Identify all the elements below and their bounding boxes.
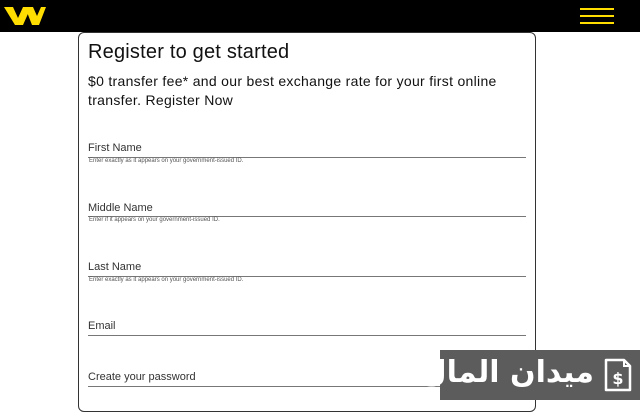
watermark-text: ميدان المال [420, 355, 594, 390]
email-field[interactable] [88, 316, 526, 336]
middle-name-field[interactable] [88, 198, 526, 218]
svg-text:$: $ [612, 369, 623, 388]
watermark-logo: ميدان المال $ [421, 350, 640, 400]
page-title: Register to get started [88, 41, 290, 63]
first-name-field[interactable] [88, 138, 526, 158]
western-union-logo-icon[interactable] [4, 7, 46, 25]
promo-subtitle: $0 transfer fee* and our best exchange r… [88, 73, 497, 108]
first-name-hint: Enter exactly as it appears on your gove… [89, 158, 244, 164]
email-underline [88, 335, 526, 336]
hamburger-menu-icon[interactable] [580, 8, 614, 24]
middle-name-hint: Enter if it appears on your government-i… [89, 217, 220, 223]
top-navigation-bar [0, 0, 640, 32]
last-name-field[interactable] [88, 257, 526, 277]
last-name-hint: Enter exactly as it appears on your gove… [89, 277, 244, 283]
dollar-document-icon: $ [604, 358, 632, 392]
page-background-left [0, 32, 78, 400]
